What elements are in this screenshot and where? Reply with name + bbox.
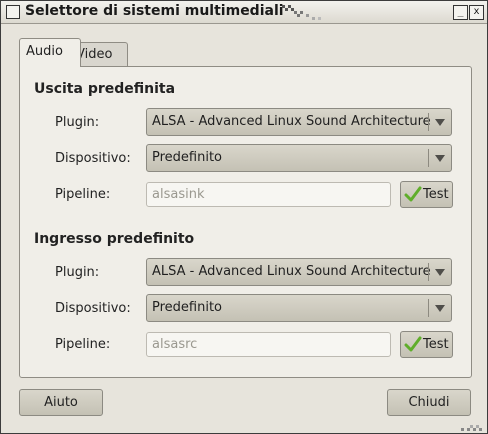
input-test-label: Test: [423, 337, 449, 352]
chevron-down-icon: [435, 155, 445, 162]
input-pipeline-label: Pipeline:: [55, 337, 111, 352]
check-icon: [404, 336, 422, 352]
close-window-button[interactable]: x: [469, 5, 484, 20]
output-device-value: Predefinito: [152, 150, 223, 165]
output-test-label: Test: [423, 187, 449, 202]
input-device-select[interactable]: Predefinito: [146, 294, 452, 322]
input-plugin-select[interactable]: ALSA - Advanced Linux Sound Architecture: [146, 258, 452, 286]
minimize-button[interactable]: _: [453, 5, 468, 20]
chevron-down-icon: [435, 119, 445, 126]
output-plugin-value: ALSA - Advanced Linux Sound Architecture: [152, 114, 431, 129]
output-device-label: Dispositivo:: [55, 151, 131, 166]
combo-separator: [428, 149, 429, 167]
output-heading: Uscita predefinita: [34, 81, 176, 97]
tab-audio[interactable]: Audio: [19, 38, 81, 67]
output-pipeline-label: Pipeline:: [55, 187, 111, 202]
input-device-value: Predefinito: [152, 300, 223, 315]
titlebar-grip-icon: [282, 5, 321, 20]
title-bar: Selettore di sistemi multimediali _ x: [1, 1, 487, 24]
input-heading: Ingresso predefinito: [34, 231, 195, 247]
input-pipeline-field[interactable]: [146, 332, 391, 357]
window-menu-button[interactable]: [6, 5, 20, 19]
chevron-down-icon: [435, 305, 445, 312]
input-plugin-label: Plugin:: [55, 265, 100, 280]
output-test-button[interactable]: Test: [400, 181, 453, 208]
audio-panel: Uscita predefinita Plugin: ALSA - Advanc…: [19, 66, 472, 378]
input-plugin-value: ALSA - Advanced Linux Sound Architecture: [152, 264, 431, 279]
output-plugin-select[interactable]: ALSA - Advanced Linux Sound Architecture: [146, 108, 452, 136]
output-pipeline-input[interactable]: [152, 184, 382, 205]
combo-separator: [428, 299, 429, 317]
output-device-select[interactable]: Predefinito: [146, 144, 452, 172]
app-window: Selettore di sistemi multimediali _ x Au…: [0, 0, 488, 434]
input-device-label: Dispositivo:: [55, 301, 131, 316]
resize-grip-icon[interactable]: [461, 425, 485, 431]
window-title: Selettore di sistemi multimediali: [25, 3, 284, 19]
input-test-button[interactable]: Test: [400, 331, 453, 358]
output-pipeline-field[interactable]: [146, 182, 391, 207]
input-pipeline-input[interactable]: [152, 334, 382, 355]
close-button[interactable]: Chiudi: [387, 389, 471, 416]
combo-separator: [428, 263, 429, 281]
combo-separator: [428, 113, 429, 131]
output-plugin-label: Plugin:: [55, 115, 100, 130]
help-button[interactable]: Aiuto: [19, 389, 103, 416]
check-icon: [404, 186, 422, 202]
chevron-down-icon: [435, 269, 445, 276]
